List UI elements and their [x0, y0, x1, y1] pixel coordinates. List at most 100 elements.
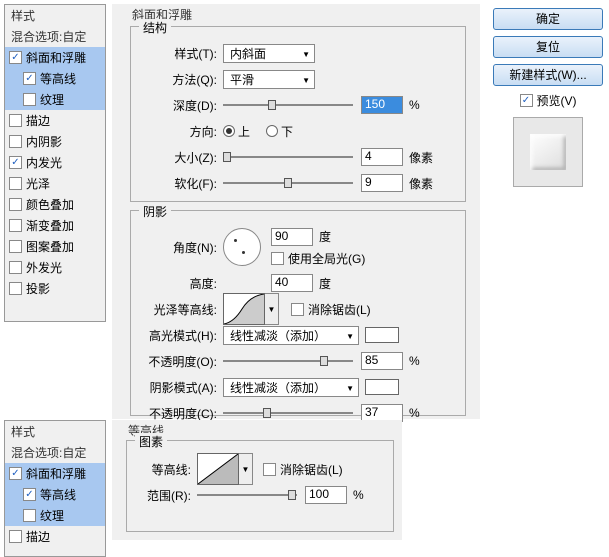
reset-button[interactable]: 复位 [493, 36, 603, 58]
direction-down-radio[interactable] [266, 125, 278, 137]
style-checkbox[interactable] [9, 467, 22, 480]
style-item[interactable]: 纹理 [5, 89, 105, 110]
style-item[interactable]: 内阴影 [5, 131, 105, 152]
depth-label: 深度(D): [141, 97, 223, 114]
style-item[interactable]: 纹理 [5, 505, 105, 526]
style-label: 样式(T): [141, 45, 223, 62]
style-checkbox[interactable] [9, 198, 22, 211]
style-item[interactable]: 渐变叠加 [5, 215, 105, 236]
style-checkbox[interactable] [9, 219, 22, 232]
style-checkbox[interactable] [23, 93, 36, 106]
style-checkbox[interactable] [9, 282, 22, 295]
contour-picker[interactable] [197, 453, 239, 485]
angle-dial[interactable] [223, 228, 261, 266]
style-label: 斜面和浮雕 [26, 49, 86, 66]
shadow-fieldset: 阴影 角度(N): 90 度 使用全局光(G) 高度: [130, 210, 466, 416]
angle-input[interactable]: 90 [271, 228, 313, 246]
preview-checkbox[interactable] [520, 94, 533, 107]
style-checkbox[interactable] [23, 509, 36, 522]
size-input[interactable]: 4 [361, 148, 403, 166]
gloss-contour-picker[interactable] [223, 293, 265, 325]
style-item[interactable]: 光泽 [5, 173, 105, 194]
style-checkbox[interactable] [9, 51, 22, 64]
styles-header: 样式 [5, 5, 105, 26]
shadow-opacity-slider[interactable] [223, 405, 353, 421]
shadow-color-swatch[interactable] [365, 379, 399, 395]
style-checkbox[interactable] [9, 114, 22, 127]
style-checkbox[interactable] [9, 156, 22, 169]
contour-antialias-checkbox[interactable] [263, 463, 276, 476]
chevron-down-icon[interactable] [239, 453, 253, 485]
ok-button[interactable]: 确定 [493, 8, 603, 30]
depth-slider[interactable] [223, 97, 353, 113]
style-label: 光泽 [26, 175, 50, 192]
style-item[interactable]: 投影 [5, 278, 105, 299]
style-item[interactable]: 等高线 [5, 484, 105, 505]
style-checkbox[interactable] [9, 530, 22, 543]
highlight-opacity-input[interactable]: 85 [361, 352, 403, 370]
chevron-down-icon [338, 328, 354, 342]
style-label: 描边 [26, 112, 50, 129]
shadow-mode-dropdown[interactable]: 线性减淡（添加） [223, 378, 359, 397]
shadow-mode-label: 阴影模式(A): [141, 379, 223, 396]
style-checkbox[interactable] [23, 72, 36, 85]
style-label: 等高线 [40, 486, 76, 503]
blend-options-2[interactable]: 混合选项:自定 [5, 442, 105, 463]
style-label: 纹理 [40, 507, 64, 524]
preview-label: 预览(V) [537, 92, 577, 109]
style-label: 图案叠加 [26, 238, 74, 255]
range-slider[interactable] [197, 487, 297, 503]
soften-input[interactable]: 9 [361, 174, 403, 192]
style-checkbox[interactable] [23, 488, 36, 501]
size-slider[interactable] [223, 149, 353, 165]
style-list: 斜面和浮雕等高线纹理描边内阴影内发光光泽颜色叠加渐变叠加图案叠加外发光投影 [5, 47, 105, 299]
style-label: 描边 [26, 528, 50, 545]
style-checkbox[interactable] [9, 177, 22, 190]
style-item[interactable]: 斜面和浮雕 [5, 47, 105, 68]
contour-label: 等高线: [135, 461, 197, 478]
shadow-opacity-label: 不透明度(C): [141, 405, 223, 422]
new-style-button[interactable]: 新建样式(W)... [493, 64, 603, 86]
size-label: 大小(Z): [141, 149, 223, 166]
direction-label: 方向: [141, 123, 223, 140]
style-item[interactable]: 图案叠加 [5, 236, 105, 257]
style-label: 内发光 [26, 154, 62, 171]
soften-slider[interactable] [223, 175, 353, 191]
blend-options[interactable]: 混合选项:自定 [5, 26, 105, 47]
highlight-opacity-slider[interactable] [223, 353, 353, 369]
structure-fieldset: 结构 样式(T): 内斜面 方法(Q): 平滑 深度(D): 150 % 方向:… [130, 26, 466, 202]
style-item[interactable]: 斜面和浮雕 [5, 463, 105, 484]
style-item[interactable]: 等高线 [5, 68, 105, 89]
antialias-checkbox[interactable] [291, 303, 304, 316]
method-dropdown[interactable]: 平滑 [223, 70, 315, 89]
style-item[interactable]: 外发光 [5, 257, 105, 278]
global-light-checkbox[interactable] [271, 252, 284, 265]
style-checkbox[interactable] [9, 240, 22, 253]
styles-panel: 样式 混合选项:自定 斜面和浮雕等高线纹理描边内阴影内发光光泽颜色叠加渐变叠加图… [4, 4, 106, 322]
direction-up-radio[interactable] [223, 125, 235, 137]
contour-fieldset: 图素 等高线: 消除锯齿(L) 范围(R): 100 % [126, 440, 394, 532]
style-item[interactable]: 描边 [5, 110, 105, 131]
style-label: 投影 [26, 280, 50, 297]
style-label: 纹理 [40, 91, 64, 108]
highlight-color-swatch[interactable] [365, 327, 399, 343]
depth-input[interactable]: 150 [361, 96, 403, 114]
style-dropdown[interactable]: 内斜面 [223, 44, 315, 63]
soften-label: 软化(F): [141, 175, 223, 192]
style-item[interactable]: 内发光 [5, 152, 105, 173]
style-checkbox[interactable] [9, 261, 22, 274]
chevron-down-icon [338, 380, 354, 394]
highlight-mode-dropdown[interactable]: 线性减淡（添加） [223, 326, 359, 345]
style-checkbox[interactable] [9, 135, 22, 148]
range-input[interactable]: 100 [305, 486, 347, 504]
altitude-input[interactable]: 40 [271, 274, 313, 292]
soften-unit: 像素 [409, 175, 433, 192]
chevron-down-icon[interactable] [265, 293, 279, 325]
chevron-down-icon [294, 72, 310, 86]
styles-header-2: 样式 [5, 421, 105, 442]
style-item[interactable]: 颜色叠加 [5, 194, 105, 215]
style-item[interactable]: 描边 [5, 526, 105, 547]
size-unit: 像素 [409, 149, 433, 166]
style-label: 外发光 [26, 259, 62, 276]
depth-unit: % [409, 98, 420, 112]
